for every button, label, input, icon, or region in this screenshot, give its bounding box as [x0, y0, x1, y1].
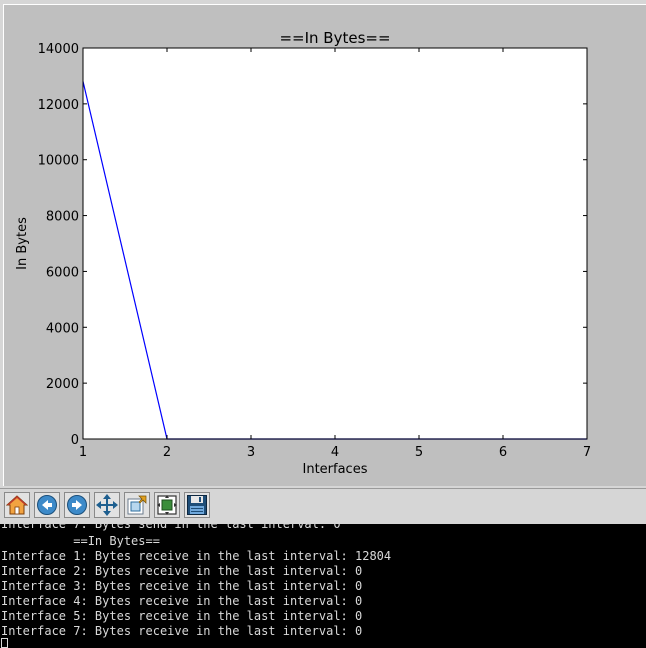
terminal-line: Interface 5: Bytes receive in the last i…: [1, 609, 363, 623]
zoom-button[interactable]: [124, 492, 150, 518]
terminal-header: ==In Bytes==: [1, 534, 160, 548]
forward-icon: [67, 495, 87, 515]
y-tick-label: 14000: [38, 42, 79, 57]
save-button[interactable]: [184, 492, 210, 518]
line-chart: 1 2 3 4 5 6 7 0 2000 4000 6000 8000 10000 12000 14000 =…: [15, 29, 591, 477]
terminal-line: Interface 7: Bytes receive in the last i…: [1, 624, 363, 638]
y-tick-label: 6000: [46, 265, 79, 280]
x-tick-label: 6: [499, 445, 507, 460]
pan-icon: [96, 494, 118, 516]
terminal-line: Interface 1: Bytes receive in the last i…: [1, 549, 392, 563]
figure-window: 1 2 3 4 5 6 7 0 2000 4000 6000 8000 10000 12000 14000 =…: [0, 0, 646, 524]
y-tick-label: 12000: [38, 98, 79, 113]
back-icon: [37, 495, 57, 515]
y-tick-label: 10000: [38, 154, 79, 169]
x-tick-label: 5: [415, 445, 423, 460]
back-button[interactable]: [34, 492, 60, 518]
terminal-line: Interface 2: Bytes receive in the last i…: [1, 564, 363, 578]
plot-area: [83, 48, 587, 439]
y-axis-label: In Bytes: [15, 217, 30, 270]
y-tick-label: 2000: [46, 377, 79, 392]
x-tick-label: 1: [79, 445, 87, 460]
subplots-icon: [157, 495, 177, 515]
x-tick-label: 4: [331, 445, 339, 460]
terminal-line: Interface 3: Bytes receive in the last i…: [1, 579, 363, 593]
x-tick-label: 2: [163, 445, 171, 460]
forward-button[interactable]: [64, 492, 90, 518]
zoom-icon: [127, 495, 147, 515]
y-tick-label: 4000: [46, 321, 79, 336]
x-tick-label: 7: [583, 445, 591, 460]
home-icon: [6, 495, 28, 515]
terminal-line: Interface 7: Bytes send in the last inte…: [1, 524, 341, 531]
home-button[interactable]: [4, 492, 30, 518]
navigation-toolbar: [0, 489, 646, 524]
x-axis-label: Interfaces: [303, 462, 368, 477]
x-tick-label: 3: [247, 445, 255, 460]
chart-title: ==In Bytes==: [279, 29, 390, 47]
terminal-line: Interface 4: Bytes receive in the last i…: [1, 594, 363, 608]
y-tick-label: 8000: [46, 210, 79, 225]
pan-button[interactable]: [94, 492, 120, 518]
terminal[interactable]: Interface 7: Bytes send in the last inte…: [0, 524, 646, 648]
figure-canvas: 1 2 3 4 5 6 7 0 2000 4000 6000 8000 10000 12000 14000 =…: [3, 4, 646, 486]
save-icon: [187, 495, 207, 515]
subplots-button[interactable]: [154, 492, 180, 518]
y-tick-label: 0: [71, 433, 79, 448]
terminal-cursor: [1, 638, 8, 648]
